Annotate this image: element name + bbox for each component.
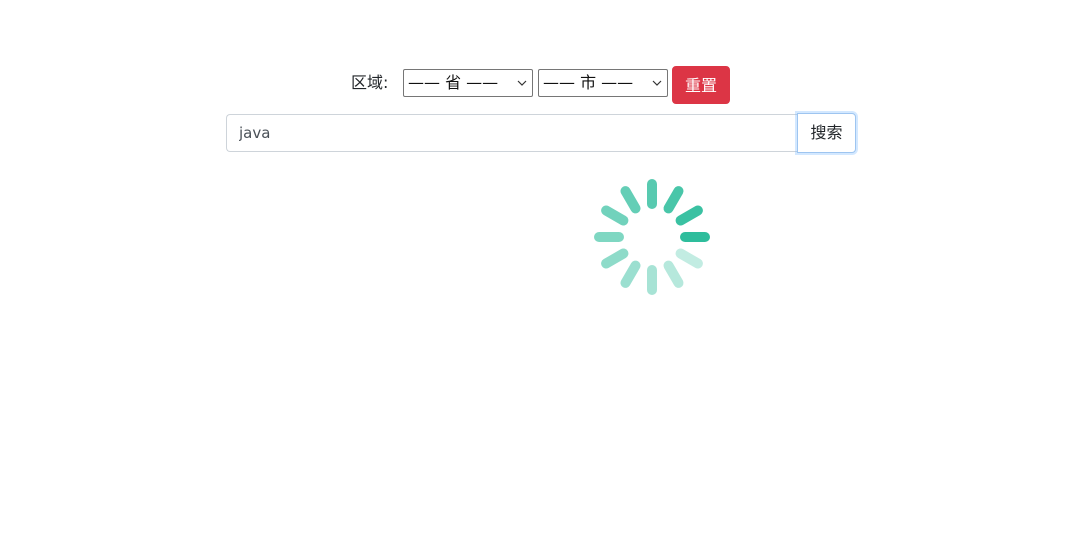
search-input[interactable] xyxy=(226,114,798,152)
spinner-spoke xyxy=(620,260,641,288)
spinner-spoke xyxy=(601,205,629,226)
spinner-spoke xyxy=(675,205,703,226)
spinner-spoke xyxy=(601,248,629,269)
spinner-spoke xyxy=(620,186,641,214)
spinner-spoke xyxy=(680,232,710,242)
page: 区域: —— 省 —— —— 市 —— 重置 搜索 xyxy=(0,0,1090,554)
spinner-spoke xyxy=(663,186,684,214)
region-label: 区域: xyxy=(351,73,389,92)
chevron-down-icon xyxy=(517,80,527,86)
city-select[interactable]: —— 市 —— xyxy=(538,69,668,97)
spinner-spoke xyxy=(647,179,657,209)
chevron-down-icon xyxy=(652,80,662,86)
spinner-spoke xyxy=(675,248,703,269)
spinner-spoke xyxy=(647,265,657,295)
reset-button[interactable]: 重置 xyxy=(672,66,730,104)
loading-spinner-icon xyxy=(594,179,710,295)
city-select-value: —— 市 —— xyxy=(543,73,634,92)
province-select[interactable]: —— 省 —— xyxy=(403,69,533,97)
search-button[interactable]: 搜索 xyxy=(797,113,856,153)
spinner-spoke xyxy=(663,260,684,288)
spinner-spokes xyxy=(594,179,710,295)
province-select-value: —— 省 —— xyxy=(408,73,499,92)
spinner-spoke xyxy=(594,232,624,242)
